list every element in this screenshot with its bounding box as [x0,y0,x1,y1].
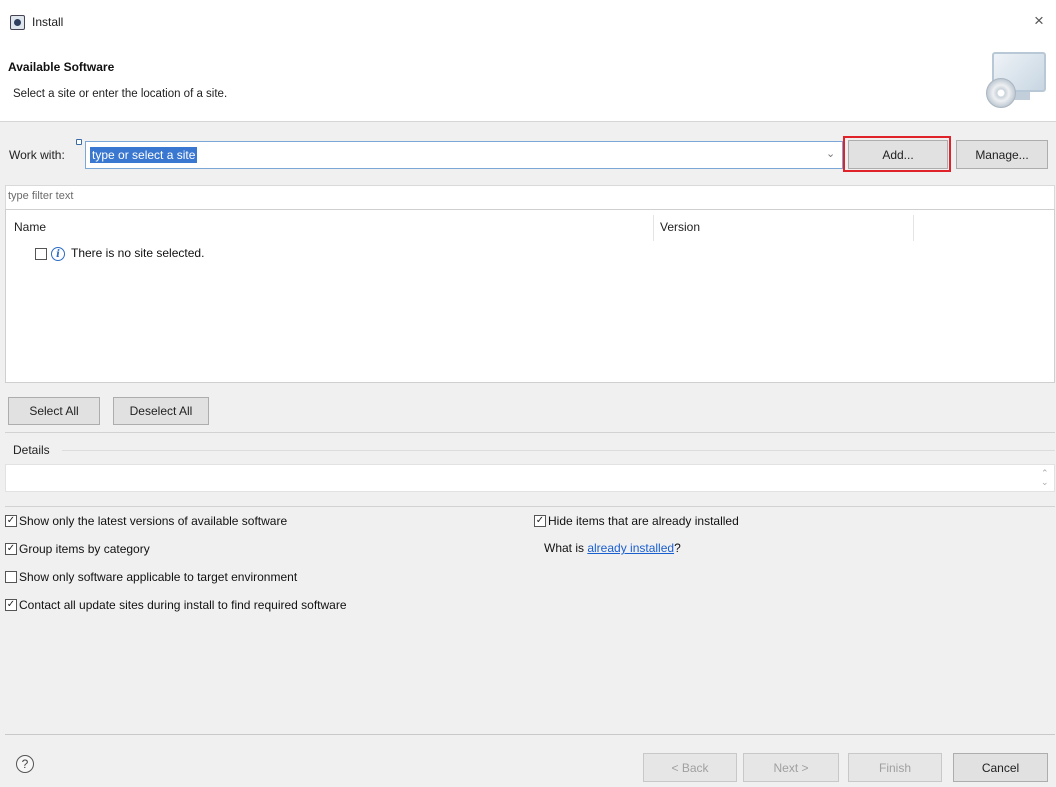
disc-icon [986,78,1016,108]
checkbox-hide-installed[interactable]: ✓ [534,515,546,527]
column-divider[interactable] [913,215,914,241]
select-all-button[interactable]: Select All [8,397,100,425]
what-is-prefix: What is [544,541,588,555]
column-header-name[interactable]: Name [14,220,46,234]
site-combo[interactable]: type or select a site ⌄ [85,141,843,169]
chevron-down-icon[interactable]: ⌄ [826,147,835,160]
separator [5,506,1055,507]
option-target-environment-label[interactable]: Show only software applicable to target … [19,570,297,584]
deselect-all-button[interactable]: Deselect All [113,397,209,425]
separator [5,432,1055,433]
column-header-version[interactable]: Version [660,220,700,234]
what-is-installed-text: What is already installed? [544,541,681,555]
cancel-button[interactable]: Cancel [953,753,1048,782]
option-latest-versions[interactable]: ✓ Show only the latest versions of avail… [5,514,287,528]
manage-button[interactable]: Manage... [956,140,1048,169]
finish-button[interactable]: Finish [848,753,942,782]
option-hide-installed[interactable]: ✓ Hide items that are already installed [534,514,739,528]
already-installed-link[interactable]: already installed [587,541,674,555]
option-latest-versions-label[interactable]: Show only the latest versions of availab… [19,514,287,528]
what-is-suffix: ? [674,541,681,555]
work-with-label: Work with: [9,148,65,162]
next-button[interactable]: Next > [743,753,839,782]
filter-input[interactable]: type filter text [5,185,1055,209]
page-description: Select a site or enter the location of a… [13,88,228,100]
back-button[interactable]: < Back [643,753,737,782]
option-contact-sites[interactable]: ✓ Contact all update sites during instal… [5,598,347,612]
option-group-by-category[interactable]: ✓ Group items by category [5,542,150,556]
window-title: Install [32,15,64,29]
add-button-highlight [843,136,951,172]
row-checkbox[interactable] [35,248,47,260]
tree-row-label: There is no site selected. [71,246,205,260]
info-icon: i [51,247,65,261]
title-bar: Install × [0,0,1056,46]
checkbox-target-environment[interactable] [5,571,17,583]
close-icon[interactable]: × [1034,11,1044,31]
eclipse-app-icon [10,15,25,30]
page-title: Available Software [8,60,115,74]
column-divider[interactable] [653,215,654,241]
header-banner: Available Software Select a site or ente… [0,46,1056,122]
footer-separator [5,734,1055,735]
option-target-environment[interactable]: Show only software applicable to target … [5,570,297,584]
software-tree[interactable]: Name Version i There is no site selected… [5,209,1055,383]
option-hide-installed-label[interactable]: Hide items that are already installed [548,514,739,528]
filter-placeholder: type filter text [8,190,74,202]
details-field[interactable]: ⌃ ⌄ [5,464,1055,492]
details-label: Details [13,443,50,457]
checkbox-latest-versions[interactable]: ✓ [5,515,17,527]
option-group-by-category-label[interactable]: Group items by category [19,542,150,556]
option-contact-sites-label[interactable]: Contact all update sites during install … [19,598,347,612]
content-assist-icon [76,139,82,145]
details-rule [62,450,1055,451]
help-icon[interactable]: ? [16,755,34,773]
checkbox-group-by-category[interactable]: ✓ [5,543,17,555]
checkbox-contact-sites[interactable]: ✓ [5,599,17,611]
site-combo-value[interactable]: type or select a site [90,147,198,163]
details-spinner-icon[interactable]: ⌃ ⌄ [1041,469,1049,487]
